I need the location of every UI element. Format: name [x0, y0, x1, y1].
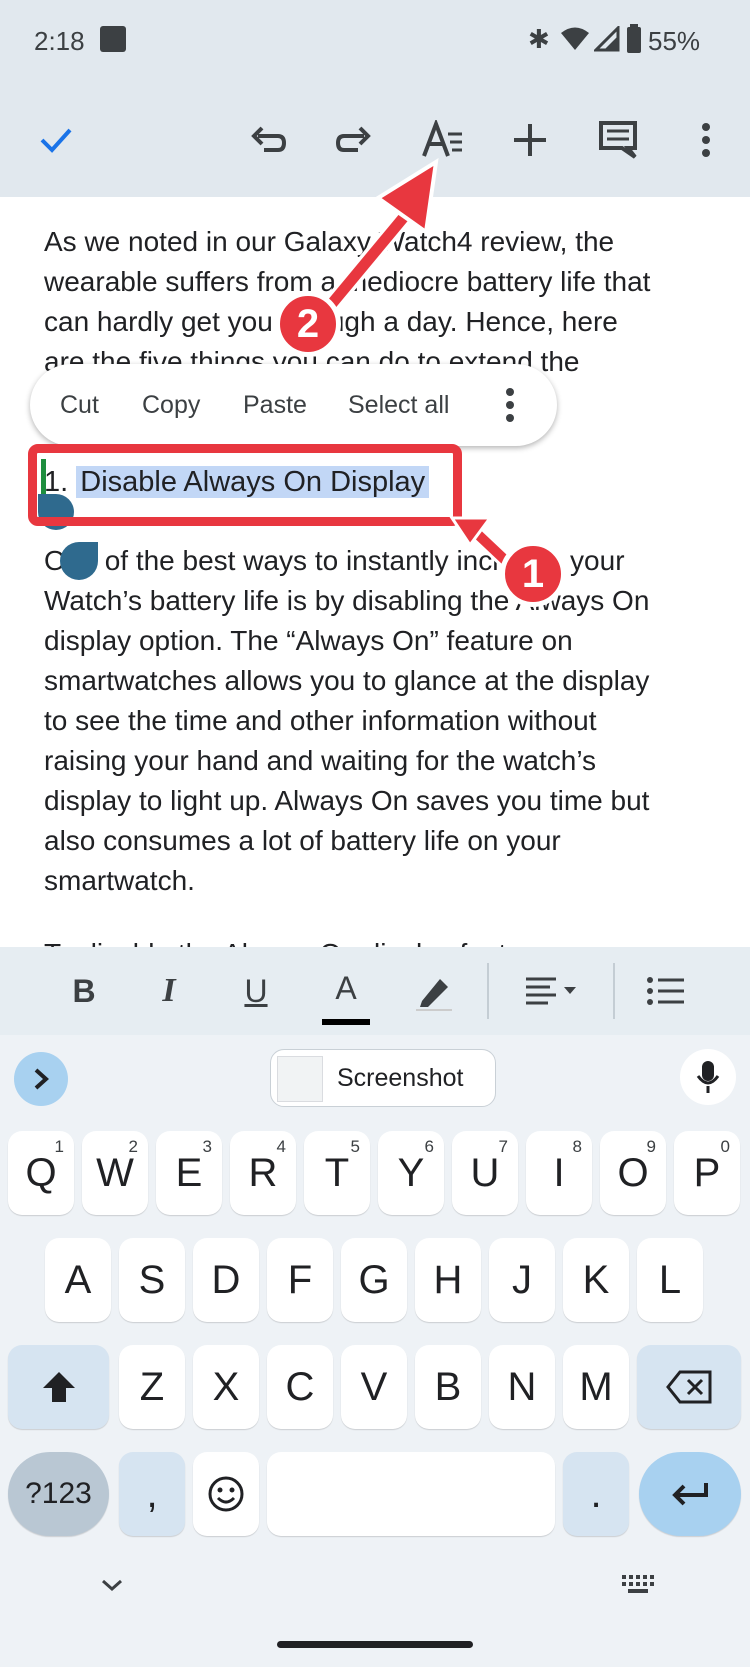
formatting-toolbar: B I U A [0, 947, 750, 1035]
key-label: T [324, 1150, 350, 1195]
screenshot-thumbnail [277, 1056, 323, 1102]
emoji-icon[interactable] [193, 1452, 259, 1536]
key-hint: 3 [202, 1137, 212, 1156]
hide-keyboard-chevron-icon[interactable] [100, 1577, 124, 1598]
key-q[interactable]: Q1 [8, 1131, 74, 1215]
italic-button[interactable]: I [145, 957, 193, 1025]
key-g[interactable]: G [341, 1238, 407, 1322]
key-z[interactable]: Z [119, 1345, 185, 1429]
key-hint: 9 [646, 1137, 656, 1156]
key-s[interactable]: S [119, 1238, 185, 1322]
paragraph-line: smartwatch. [44, 865, 195, 896]
key-hint: 0 [720, 1137, 730, 1156]
chevron-right-icon[interactable] [14, 1052, 68, 1106]
paragraph-line: also consumes a lot of battery life on y… [44, 825, 561, 856]
bold-button[interactable]: B [60, 957, 108, 1025]
key-label: I [553, 1150, 565, 1195]
key-h[interactable]: H [415, 1238, 481, 1322]
key-hint: 6 [424, 1137, 434, 1156]
screenshot-suggestion-chip[interactable]: Screenshot [270, 1049, 496, 1107]
toolbar-divider [487, 963, 489, 1019]
key-v[interactable]: V [341, 1345, 407, 1429]
key-label: E [175, 1150, 203, 1195]
shift-key-icon[interactable] [8, 1345, 109, 1429]
enter-key-icon[interactable] [639, 1452, 741, 1536]
highlight-pen-icon[interactable] [410, 957, 458, 1025]
paragraph-line: raising your hand and waiting for the wa… [44, 745, 597, 776]
key-p[interactable]: P0 [674, 1131, 740, 1215]
screenshot-chip-label: Screenshot [337, 1064, 464, 1092]
paragraph-line: to see the time and other information wi… [44, 705, 597, 736]
key-n[interactable]: N [489, 1345, 555, 1429]
microphone-icon[interactable] [680, 1049, 736, 1105]
key-label: W [96, 1150, 134, 1195]
keyboard-switch-icon[interactable] [622, 1575, 654, 1600]
symbols-key[interactable]: ?123 [8, 1452, 109, 1536]
step-2-badge: 2 [275, 291, 341, 357]
key-label: Q [25, 1150, 57, 1195]
key-l[interactable]: L [637, 1238, 703, 1322]
key-e[interactable]: E3 [156, 1131, 222, 1215]
key-label: Y [397, 1150, 425, 1195]
backspace-icon[interactable] [637, 1345, 741, 1429]
key-f[interactable]: F [267, 1238, 333, 1322]
step-1-badge: 1 [500, 541, 566, 607]
key-label: O [617, 1150, 649, 1195]
toolbar-divider [613, 963, 615, 1019]
soft-keyboard: Screenshot Q1 W2 E3 R4 T5 Y6 U7 I8 O9 P0… [0, 1035, 750, 1667]
underline-button[interactable]: U [232, 957, 280, 1025]
key-hint: 7 [498, 1137, 508, 1156]
gesture-nav-handle[interactable] [277, 1641, 473, 1648]
key-m[interactable]: M [563, 1345, 629, 1429]
key-hint: 8 [572, 1137, 582, 1156]
key-hint: 1 [54, 1137, 64, 1156]
key-y[interactable]: Y6 [378, 1131, 444, 1215]
period-key[interactable]: . [563, 1452, 629, 1536]
key-w[interactable]: W2 [82, 1131, 148, 1215]
paragraph-line-cut-off: To disable the Always On display feature… [44, 935, 555, 947]
annotation-arrows [313, 158, 511, 566]
key-a[interactable]: A [45, 1238, 111, 1322]
key-label: P [693, 1150, 721, 1195]
key-c[interactable]: C [267, 1345, 333, 1429]
key-label: R [248, 1150, 278, 1195]
key-k[interactable]: K [563, 1238, 629, 1322]
comma-key[interactable]: , [119, 1452, 185, 1536]
key-i[interactable]: I8 [526, 1131, 592, 1215]
key-t[interactable]: T5 [304, 1131, 370, 1215]
key-x[interactable]: X [193, 1345, 259, 1429]
space-bar[interactable] [267, 1452, 555, 1536]
bulleted-list-icon[interactable] [642, 957, 690, 1025]
key-d[interactable]: D [193, 1238, 259, 1322]
key-o[interactable]: O9 [600, 1131, 666, 1215]
align-dropdown-icon[interactable] [520, 957, 584, 1025]
key-label: U [470, 1150, 500, 1195]
key-hint: 4 [276, 1137, 286, 1156]
key-j[interactable]: J [489, 1238, 555, 1322]
key-b[interactable]: B [415, 1345, 481, 1429]
key-r[interactable]: R4 [230, 1131, 296, 1215]
key-hint: 2 [128, 1137, 138, 1156]
paragraph-line: display to light up. Always On saves you… [44, 785, 650, 816]
text-color-button[interactable]: A [322, 957, 370, 1025]
key-hint: 5 [350, 1137, 360, 1156]
key-u[interactable]: U7 [452, 1131, 518, 1215]
